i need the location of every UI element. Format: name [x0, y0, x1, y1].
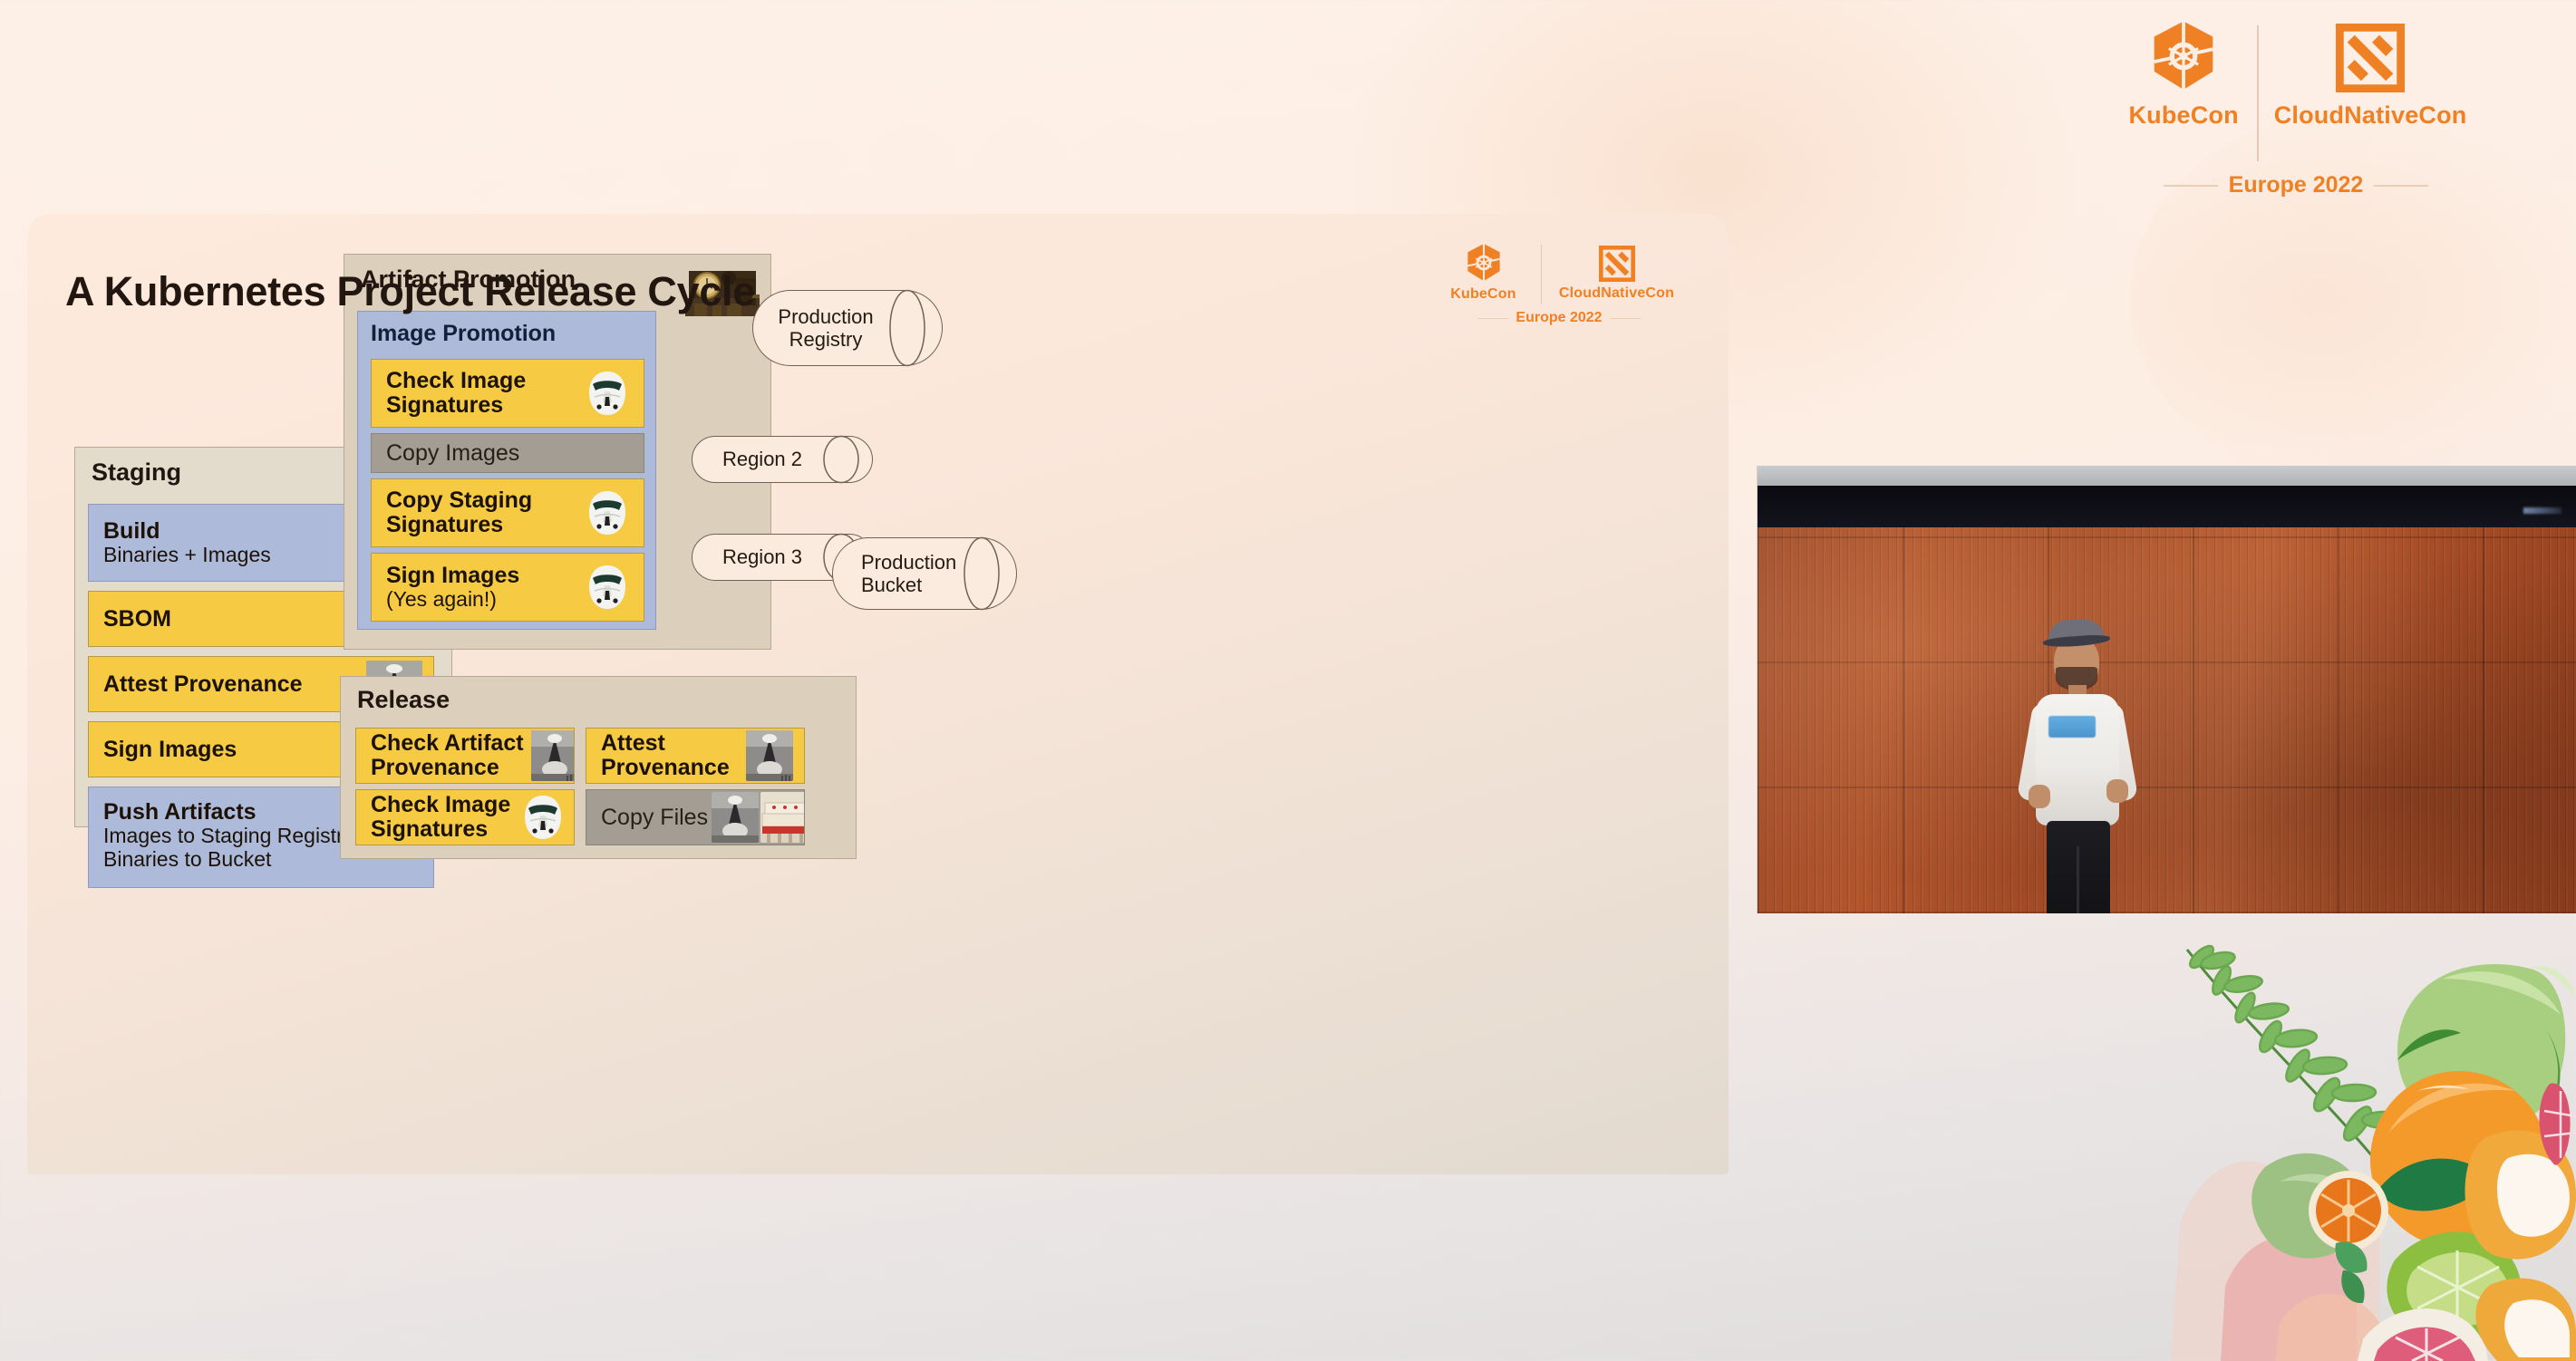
- kubernetes-helm-icon: [2154, 21, 2213, 90]
- promotion-step-sign-images[interactable]: Sign Images (Yes again!): [371, 553, 644, 622]
- step-title: Check Image: [371, 792, 511, 817]
- image-promotion-group: Image Promotion Check Image Signatures C…: [357, 311, 656, 630]
- step-title: Check Image: [386, 368, 527, 393]
- speaker-right-hand: [2106, 779, 2128, 803]
- stage-signage-blur: [2523, 507, 2561, 514]
- wizard-photo-icon: [712, 792, 760, 843]
- release-step-attest-provenance[interactable]: Attest Provenance: [586, 728, 805, 784]
- brand-rule-right: [2374, 184, 2429, 187]
- step-title: SBOM: [103, 605, 171, 632]
- promotion-step-copy-images[interactable]: Copy Images: [371, 433, 644, 473]
- cloudnativecon-square-icon: [1598, 246, 1635, 282]
- stormtrooper-photo-icon: [582, 564, 633, 611]
- kubecon-label: KubeCon: [1450, 286, 1516, 302]
- step-title: Copy Images: [386, 439, 520, 466]
- page-title: A Kubernetes Project Release Cycle: [65, 268, 755, 314]
- datastore-production-bucket[interactable]: Production Bucket: [832, 536, 1017, 611]
- step-subtitle: Signatures: [371, 816, 489, 842]
- step-subtitle: Provenance: [601, 755, 730, 780]
- stage-lighting-glare: [1758, 527, 2576, 913]
- step-title: Sign Images: [386, 562, 520, 588]
- slide-brand-lockup: KubeCon CloudNativeCon Europe 2022: [1414, 243, 1704, 361]
- cloudnativecon-label: CloudNativeCon: [1558, 285, 1675, 301]
- step-title: Copy Files: [601, 804, 709, 830]
- watercolor-citrus-fruit-illustration-icon: [2171, 924, 2576, 1361]
- release-panel-title: Release: [357, 686, 450, 713]
- brand-rule-left: [1477, 317, 1509, 319]
- datastore-label-line1: Production: [861, 550, 957, 574]
- step-subtitle: Signatures: [386, 392, 504, 418]
- promotion-step-check-image-signatures[interactable]: Check Image Signatures: [371, 359, 644, 428]
- temple-photo-icon: [760, 792, 804, 843]
- step-title: Attest: [601, 730, 665, 756]
- step-subtitle: (Yes again!): [386, 586, 497, 611]
- step-subtitle: Signatures: [386, 512, 504, 537]
- conference-location-label: Europe 2022: [2228, 172, 2364, 198]
- datastore-label-line2: Registry: [789, 328, 863, 351]
- speaker-tshirt: [2036, 694, 2119, 825]
- brand-divider: [2257, 25, 2260, 161]
- datastore-label-line2: Bucket: [861, 574, 923, 596]
- kubernetes-helm-icon: [1467, 244, 1500, 282]
- release-panel: Release Check Artifact Provenance Attest…: [340, 676, 857, 859]
- speaker-left-hand: [2029, 785, 2050, 808]
- staging-panel-title: Staging: [92, 458, 181, 486]
- kubecon-label: KubeCon: [2128, 101, 2239, 129]
- step-title: Copy Staging: [386, 487, 533, 513]
- datastore-production-registry[interactable]: Production Registry: [752, 289, 943, 367]
- step-title: Attest Provenance: [103, 671, 303, 697]
- stage-dark-band: [1758, 486, 2576, 529]
- cloudnativecon-label: CloudNativeCon: [2273, 101, 2467, 129]
- datastore-region-2[interactable]: Region 2: [692, 435, 873, 484]
- release-step-copy-files[interactable]: Copy Files: [586, 789, 805, 845]
- conference-brand-lockup: KubeCon CloudNativeCon Europe 2022: [2119, 20, 2473, 219]
- stage-ceiling: [1758, 466, 2576, 486]
- release-step-check-image-signatures[interactable]: Check Image Signatures: [355, 789, 575, 845]
- speaker-figure: [2016, 620, 2154, 913]
- presentation-slide: KubeCon CloudNativeCon Europe 2022 Stagi…: [27, 214, 1729, 1174]
- release-step-check-artifact-provenance[interactable]: Check Artifact Provenance: [355, 728, 575, 784]
- stormtrooper-photo-icon: [582, 370, 633, 417]
- datastore-label-line1: Production: [778, 304, 874, 328]
- brand-divider: [1540, 245, 1542, 304]
- datastore-label-line1: Region 2: [721, 448, 803, 471]
- brand-rule-left: [2163, 184, 2218, 187]
- conference-location-label: Europe 2022: [1516, 310, 1603, 325]
- brand-rule-right: [1609, 317, 1641, 319]
- step-title: Check Artifact: [371, 730, 524, 756]
- cloudnativecon-square-icon: [2336, 24, 2406, 92]
- promotion-step-copy-staging-signatures[interactable]: Copy Staging Signatures: [371, 478, 644, 547]
- stormtrooper-photo-icon: [518, 794, 568, 841]
- datastore-label-line1: Region 3: [721, 545, 803, 569]
- wizard-photo-icon: [746, 730, 793, 781]
- space-guard-tshirt-graphic-icon: [2048, 716, 2096, 738]
- step-subtitle: Provenance: [371, 755, 499, 780]
- image-promotion-title: Image Promotion: [371, 321, 557, 346]
- stormtrooper-photo-icon: [582, 489, 633, 536]
- speaker-leg-split: [2077, 846, 2079, 913]
- speaker-video-feed[interactable]: [1757, 466, 2576, 913]
- wizard-photo-icon: [530, 730, 574, 781]
- step-title: Sign Images: [103, 736, 237, 762]
